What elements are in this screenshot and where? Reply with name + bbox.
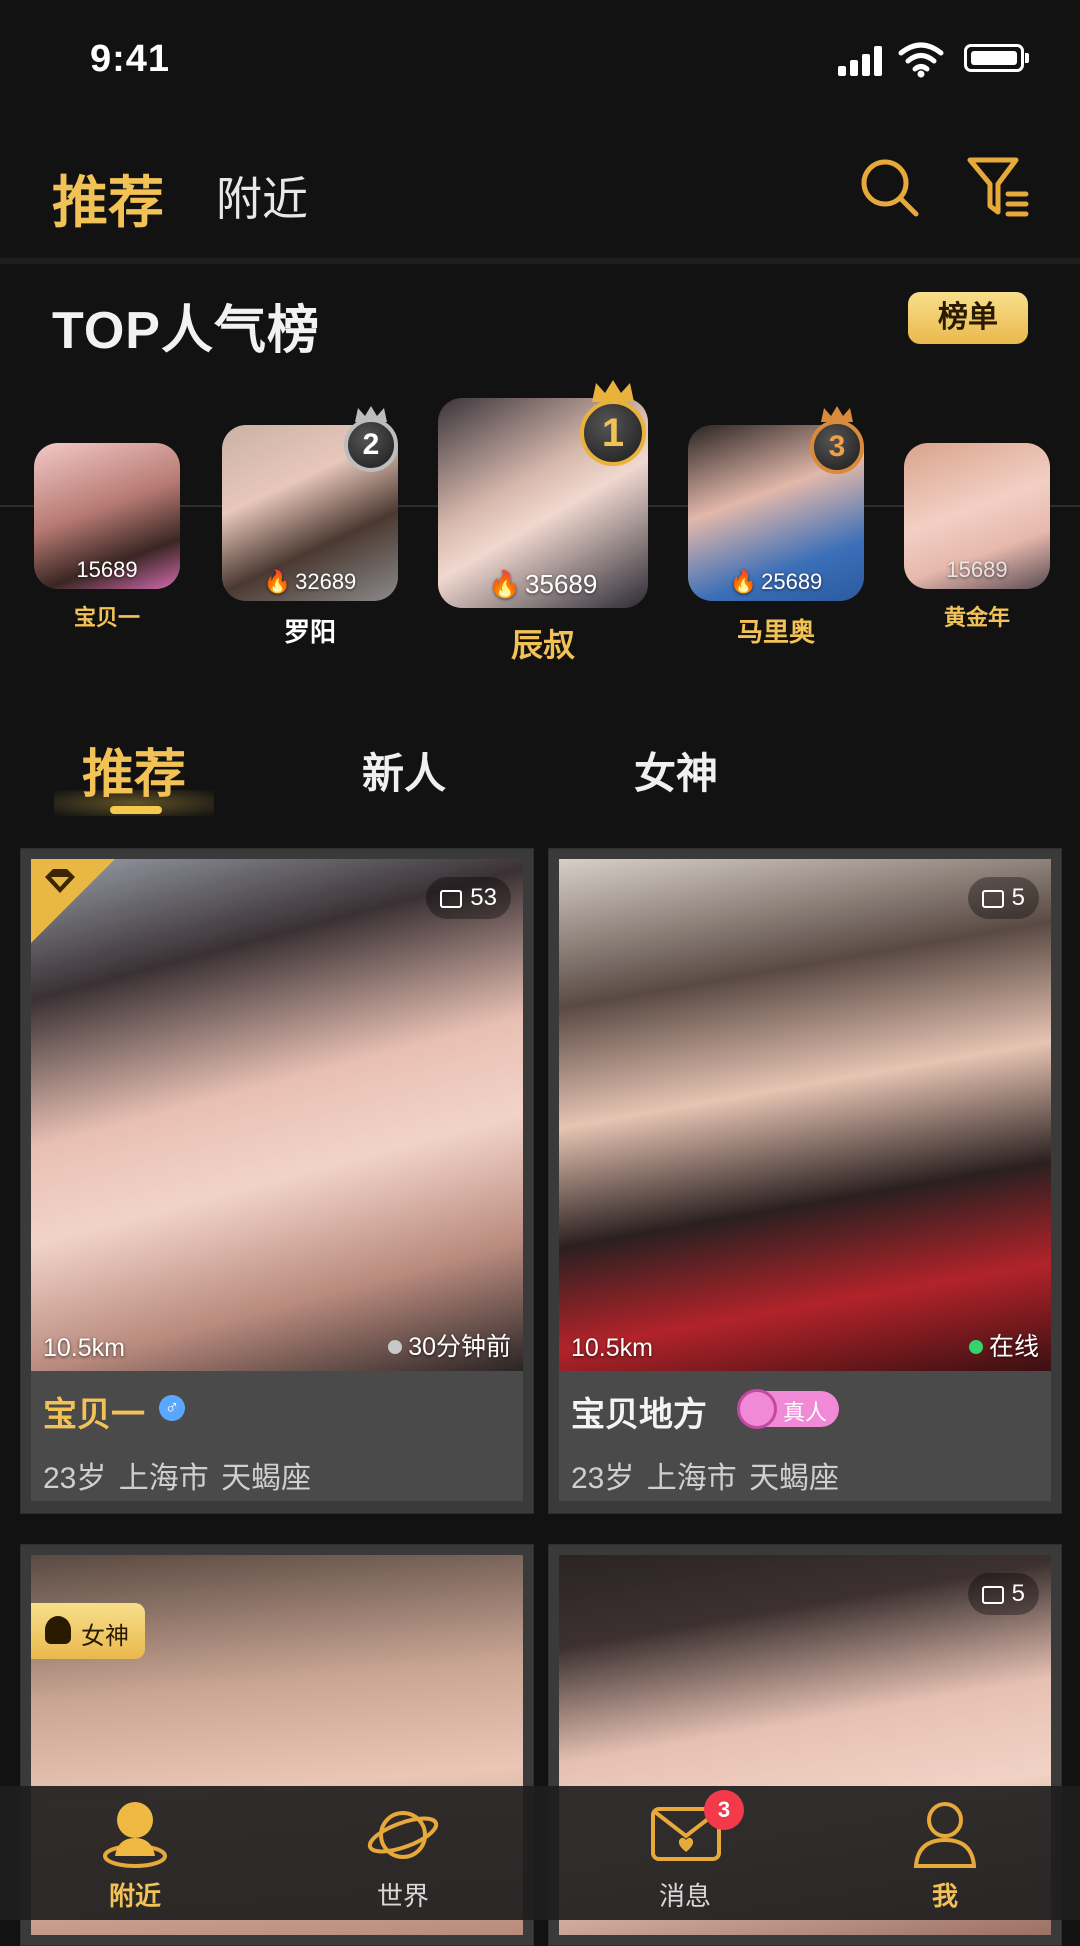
fire-icon: 🔥 — [263, 569, 292, 594]
online-status: 在线 — [968, 1327, 1039, 1363]
image-icon — [440, 890, 463, 908]
rank-medal-1: 1 — [580, 400, 646, 466]
crown-icon — [355, 406, 387, 422]
rank-name: 马里奥 — [736, 617, 815, 647]
message-badge: 3 — [704, 1790, 744, 1830]
active-tab-indicator — [110, 806, 162, 814]
user-info: 宝贝地方 真人 23岁 上海市 天蝎座 — [559, 1371, 1051, 1501]
nearby-person-icon[interactable] — [100, 1798, 170, 1870]
user-photo[interactable]: 53 10.5km 30分钟前 — [31, 859, 523, 1371]
wifi-icon — [898, 42, 944, 78]
fire-icon: 🔥 — [488, 569, 522, 599]
rank-medal-3: 3 — [810, 420, 864, 474]
male-icon: ♂ — [159, 1395, 185, 1421]
distance: 10.5km — [43, 1334, 125, 1362]
search-icon[interactable] — [858, 156, 922, 220]
section-tab-goddess[interactable]: 女神 — [634, 740, 718, 801]
section-tab-newcomer[interactable]: 新人 — [362, 740, 446, 801]
nav-messages[interactable]: 消息 — [625, 1876, 745, 1913]
goddess-label: 女神 — [81, 1623, 129, 1650]
nav-nearby[interactable]: 附近 — [75, 1876, 195, 1913]
goddess-icon — [45, 1616, 71, 1644]
user-meta: 23岁 上海市 天蝎座 — [43, 1462, 312, 1495]
header-divider — [0, 258, 1080, 264]
tab-nearby[interactable]: 附近 — [216, 163, 308, 229]
rank-count: 🔥 35689 — [488, 569, 598, 599]
battery-cap — [1025, 53, 1029, 63]
signal-icon — [838, 46, 888, 76]
planet-icon[interactable] — [366, 1800, 440, 1870]
rank-name: 罗阳 — [283, 617, 336, 647]
status-time: 9:41 — [90, 38, 171, 80]
distance: 10.5km — [571, 1334, 653, 1362]
fire-icon: 🔥 — [729, 569, 758, 594]
crown-icon — [821, 406, 853, 422]
rank-avatar-1[interactable]: 15689 — [34, 443, 180, 589]
section-tab-recommend[interactable]: 推荐 — [82, 732, 186, 807]
verified-badge: 真人 — [737, 1389, 839, 1429]
battery-icon — [964, 44, 1024, 72]
top-ranking-title: TOP人气榜 — [52, 302, 320, 360]
rank-medal-2: 2 — [344, 418, 398, 472]
tab-recommend[interactable]: 推荐 — [52, 158, 164, 239]
user-info: 宝贝一 ♂ 23岁 上海市 天蝎座 — [31, 1371, 523, 1501]
rank-avatar-5[interactable]: 15689 — [904, 443, 1050, 589]
user-name: 宝贝地方 — [571, 1396, 707, 1434]
rank-name: 黄金年 — [943, 605, 1010, 630]
user-meta: 23岁 上海市 天蝎座 — [571, 1462, 840, 1495]
profile-icon[interactable] — [910, 1798, 980, 1870]
user-card[interactable]: 5 10.5km 在线 宝贝地方 真人 23岁 上海市 天蝎座 — [548, 848, 1062, 1514]
image-icon — [981, 1586, 1004, 1604]
rank-count: 🔥 32689 — [263, 569, 357, 594]
vip-diamond-icon — [31, 859, 115, 943]
photo-count: 5 — [967, 1573, 1039, 1615]
status-dot — [388, 1340, 403, 1354]
rank-count: 15689 — [76, 557, 138, 582]
filter-icon[interactable] — [966, 154, 1030, 220]
user-name: 宝贝一 — [43, 1396, 145, 1434]
verified-label: 真人 — [783, 1400, 828, 1425]
goddess-tag: 女神 — [31, 1603, 145, 1659]
photo-count: 53 — [426, 877, 511, 919]
ranking-list-button[interactable]: 榜单 — [908, 292, 1028, 344]
rank-name: 宝贝一 — [73, 605, 140, 630]
rank-name: 辰叔 — [510, 627, 575, 663]
nav-world[interactable]: 世界 — [343, 1876, 463, 1913]
photo-count: 5 — [967, 877, 1039, 919]
last-active: 30分钟前 — [388, 1327, 511, 1363]
nav-me[interactable]: 我 — [885, 1876, 1005, 1913]
rank-count: 🔥 25689 — [729, 569, 823, 594]
user-card[interactable]: 53 10.5km 30分钟前 宝贝一 ♂ 23岁 上海市 天蝎座 — [20, 848, 534, 1514]
user-photo[interactable]: 5 10.5km 在线 — [559, 859, 1051, 1371]
image-icon — [981, 890, 1004, 908]
status-dot — [968, 1340, 983, 1354]
rank-count: 15689 — [946, 557, 1008, 582]
verified-icon — [737, 1389, 777, 1429]
crown-icon — [592, 380, 634, 402]
